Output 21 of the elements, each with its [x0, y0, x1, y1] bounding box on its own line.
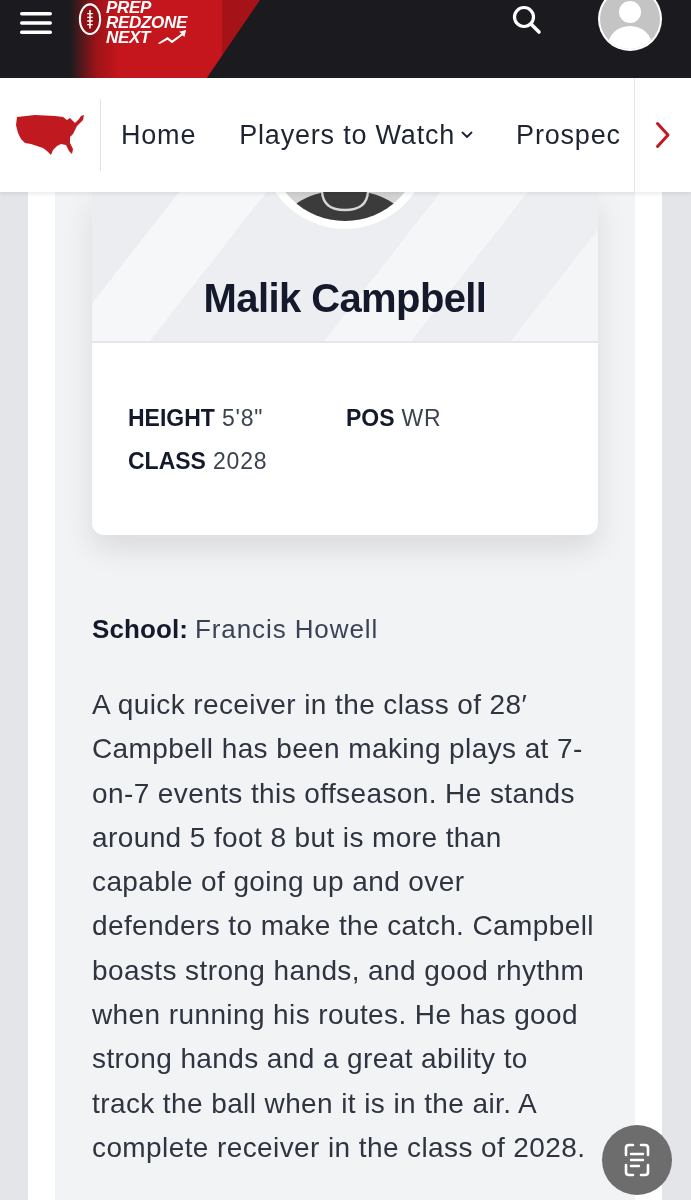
player-name: Malik Campbell: [203, 275, 487, 322]
user-avatar-icon[interactable]: [597, 0, 663, 53]
arrow-icon: [157, 29, 188, 45]
logo-link[interactable]: PREP REDZONE NEXT: [70, 0, 260, 78]
player-bio: A quick receiver in the class of 28′ Campbell has been making plays at 7-on-7 events this offseason. He stands around 5 foot 8 but is more than capable of going up and over defenders to make the catch. Campbell boasts strong hands, and good rhythm when running his routes. He has good strong hands and a great ability to track the ball when it is in the air. A complete receiver in the class of 2028.: [92, 688, 595, 1165]
stat-label: HEIGHT: [128, 405, 215, 431]
stat-label: CLASS: [128, 448, 206, 474]
us-map-icon[interactable]: [15, 113, 85, 157]
stat-value: 5'8": [221, 405, 264, 431]
menu-icon[interactable]: [20, 12, 52, 34]
nav-link[interactable]: Prospec: [516, 119, 621, 151]
chevron-right-icon: [655, 121, 671, 149]
nav-link[interactable]: Players to Watch: [239, 119, 474, 151]
stat-value: 2028: [212, 448, 268, 474]
search-icon[interactable]: [512, 5, 542, 35]
scan-text-icon[interactable]: [602, 1125, 672, 1195]
school-name: Francis Howell: [195, 614, 379, 644]
stat-value: WR: [401, 405, 442, 431]
nav-link[interactable]: Home: [121, 119, 197, 151]
school-label: School:: [92, 614, 189, 644]
stat-label: POS: [346, 405, 395, 431]
